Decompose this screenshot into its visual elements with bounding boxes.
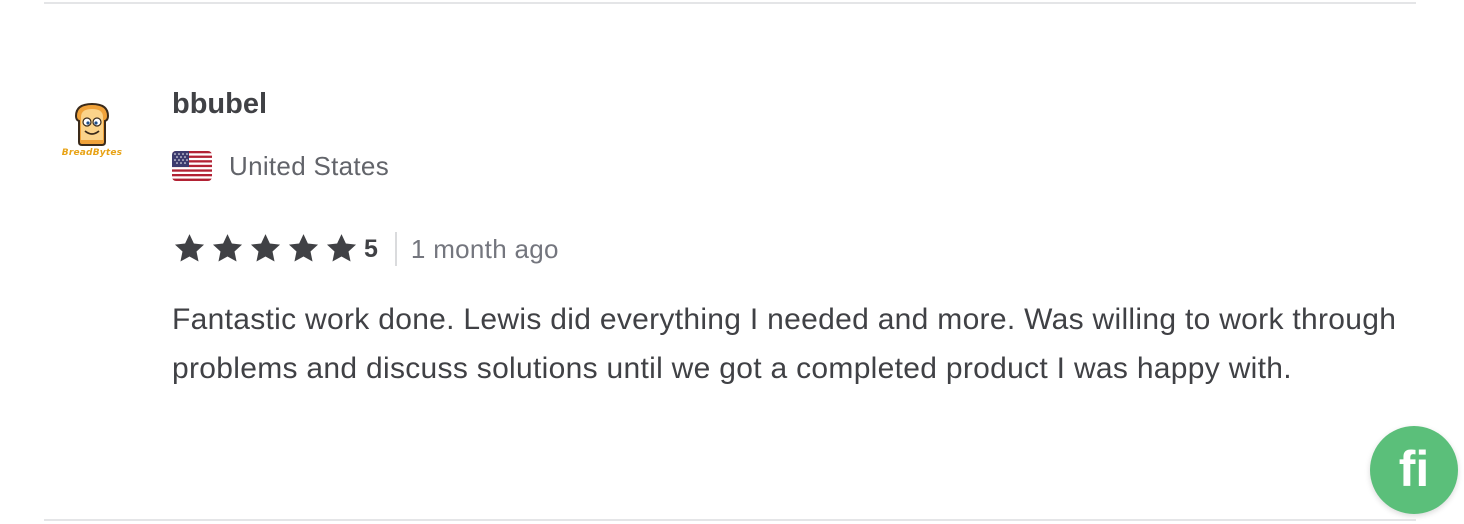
- star-icon: [174, 234, 205, 262]
- review-text: Fantastic work done. Lewis did everythin…: [172, 303, 1397, 385]
- reviewer-country: United States: [172, 148, 389, 184]
- reviewer-username[interactable]: bbubel: [172, 88, 267, 121]
- rating-separator: [394, 232, 397, 266]
- reviewer-avatar[interactable]: BreadBytes: [52, 100, 132, 164]
- star-icon: [288, 234, 319, 262]
- star-rating: [172, 232, 359, 266]
- top-divider: [44, 2, 1416, 4]
- star-icon: [212, 234, 243, 262]
- fiverr-chat-button[interactable]: fi: [1370, 426, 1458, 514]
- review-time: 1 month ago: [410, 233, 559, 264]
- star-icon: [250, 234, 281, 262]
- bottom-divider: [44, 519, 1416, 521]
- star-icon: [326, 234, 357, 262]
- rating-value: 5: [364, 234, 378, 263]
- fiverr-logo-icon: fi: [1398, 441, 1430, 497]
- country-name: United States: [229, 150, 389, 181]
- us-flag-icon: [172, 151, 212, 181]
- breadbytes-logo-icon: [74, 102, 110, 146]
- rating-row: 5 1 month ago: [172, 230, 559, 268]
- avatar-brand-text: BreadBytes: [61, 148, 123, 158]
